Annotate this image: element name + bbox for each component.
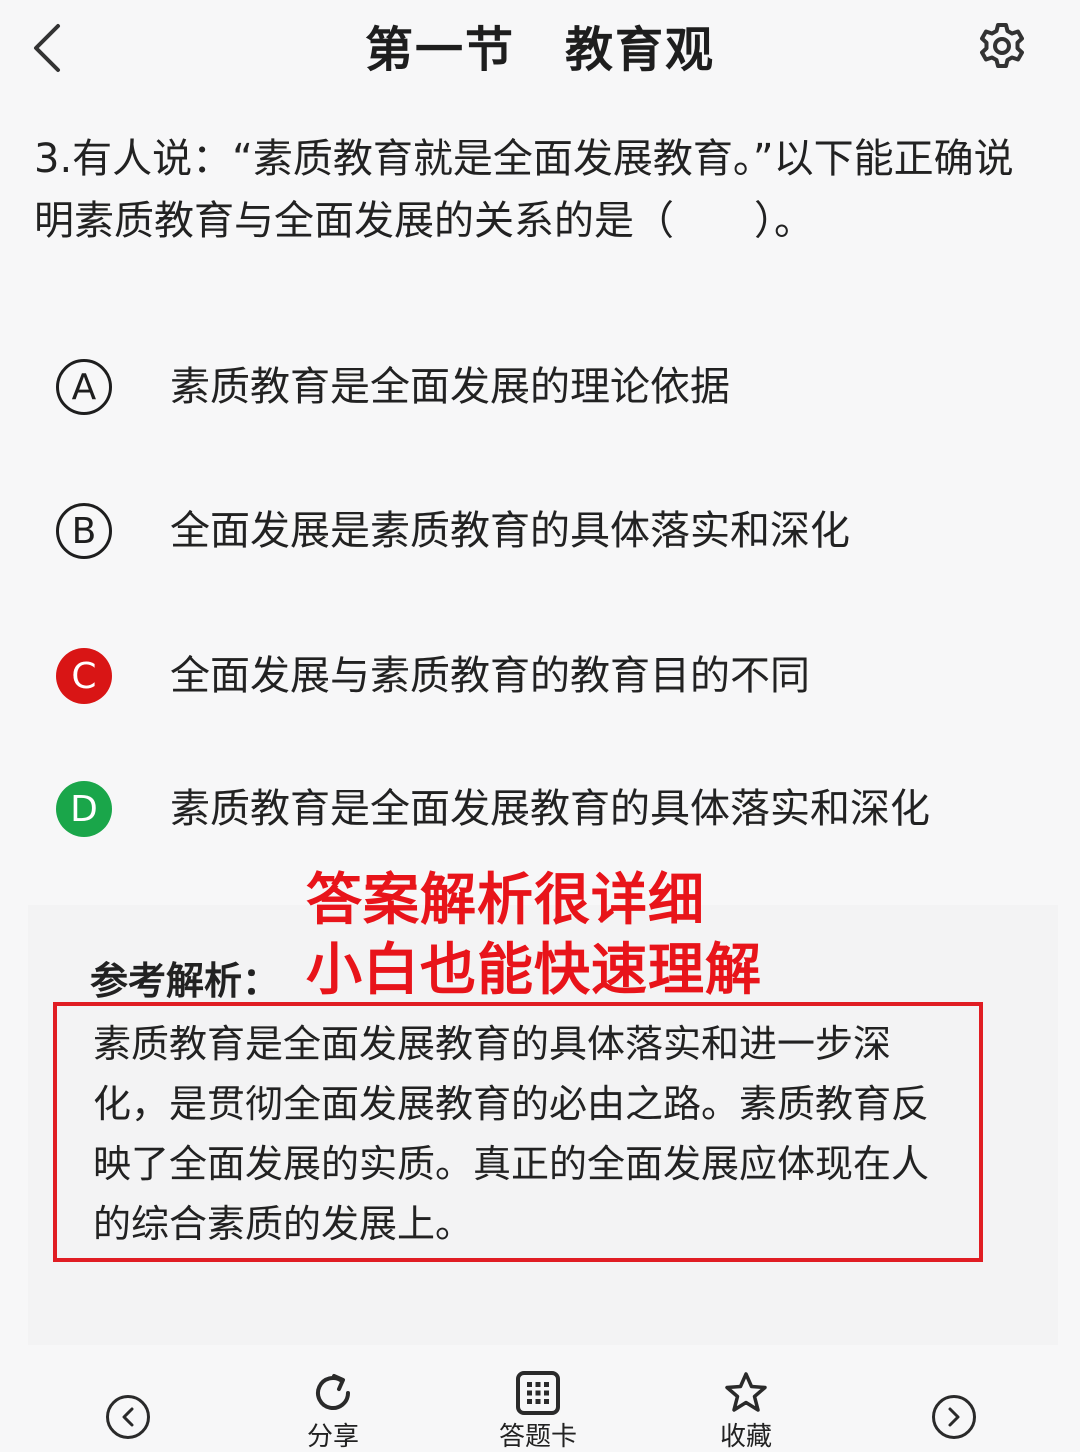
answer-card-button[interactable]: 答题卡 — [478, 1370, 598, 1452]
previous-question-button[interactable] — [106, 1395, 150, 1439]
option-b[interactable]: B 全面发展是素质教育的具体落实和深化 — [56, 500, 1016, 562]
star-icon — [725, 1372, 767, 1412]
option-text-d: 素质教育是全面发展教育的具体落实和深化 — [170, 786, 930, 832]
settings-button[interactable] — [972, 18, 1032, 74]
grid-icon — [516, 1371, 560, 1415]
analysis-text: 素质教育是全面发展教育的具体落实和进一步深化，是贯彻全面发展教育的必由之路。素质… — [93, 1022, 930, 1246]
analysis-highlight-box: 素质教育是全面发展教育的具体落实和进一步深化，是贯彻全面发展教育的必由之路。素质… — [53, 1002, 983, 1262]
option-text-c: 全面发展与素质教育的教育目的不同 — [170, 653, 810, 699]
next-question-button[interactable] — [932, 1395, 976, 1439]
gear-icon — [980, 23, 1024, 68]
overlay-caption-line-2: 小白也能快速理解 — [306, 938, 762, 1003]
option-badge-c: C — [56, 648, 112, 704]
favorite-button[interactable]: 收藏 — [686, 1370, 806, 1452]
share-label: 分享 — [306, 1422, 359, 1452]
option-badge-b: B — [56, 503, 112, 559]
option-d[interactable]: D 素质教育是全面发展教育的具体落实和深化 — [56, 778, 1016, 840]
share-icon — [316, 1374, 350, 1410]
bottom-toolbar: 分享 答题卡 收藏 — [0, 1360, 1080, 1452]
option-badge-d: D — [56, 781, 112, 837]
page-title: 第一节 教育观 — [364, 22, 715, 78]
favorite-label: 收藏 — [719, 1422, 772, 1452]
chevron-right-icon — [948, 1407, 960, 1427]
option-c[interactable]: C 全面发展与素质教育的教育目的不同 — [56, 645, 1016, 707]
option-text-b: 全面发展是素质教育的具体落实和深化 — [170, 508, 850, 554]
answer-card-label: 答题卡 — [498, 1422, 577, 1452]
option-badge-a: A — [56, 359, 112, 415]
chevron-left-icon — [122, 1407, 134, 1427]
top-bar: 第一节 教育观 — [0, 0, 1080, 100]
option-text-a: 素质教育是全面发展的理论依据 — [170, 364, 730, 410]
question-text: 3.有人说：“素质教育就是全面发展教育。”以下能正确说明素质教育与全面发展的关系… — [34, 136, 1014, 244]
share-button[interactable]: 分享 — [273, 1370, 393, 1452]
analysis-label: 参考解析： — [90, 959, 281, 1003]
option-a[interactable]: A 素质教育是全面发展的理论依据 — [56, 356, 1016, 418]
overlay-caption-line-1: 答案解析很详细 — [306, 868, 705, 933]
